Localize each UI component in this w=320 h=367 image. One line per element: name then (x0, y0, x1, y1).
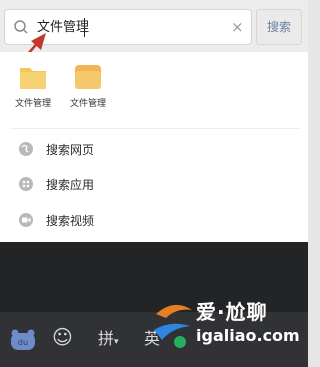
keyboard-logo-icon[interactable]: du (10, 329, 36, 351)
action-search-web[interactable]: 搜索网页 (18, 139, 218, 161)
watermark-logo-icon (154, 304, 192, 348)
search-button[interactable]: 搜索 (256, 9, 302, 45)
video-icon (19, 213, 33, 227)
action-label: 搜索网页 (46, 143, 95, 157)
dropdown-icon: ▾ (114, 337, 119, 347)
action-search-video[interactable]: 搜索视频 (18, 210, 218, 232)
svg-text:du: du (18, 338, 28, 347)
clear-icon[interactable]: × (231, 18, 244, 36)
folder-icon (75, 65, 101, 89)
app-result-file-manager-2[interactable]: 文件管理 (58, 62, 118, 109)
globe-icon (19, 142, 33, 156)
search-results-panel: 文件管理 文件管理 搜索网页 搜索应用 搜索视频 (0, 52, 308, 242)
pinyin-label: 拼 (98, 329, 115, 348)
watermark-title: 爱·尬聊 (196, 300, 268, 324)
watermark-url: igaliao.com (196, 326, 300, 345)
apps-icon (19, 177, 33, 191)
action-label: 搜索应用 (46, 178, 95, 192)
app-label: 文件管理 (69, 99, 106, 109)
app-result-file-manager-1[interactable]: 文件管理 (3, 62, 63, 109)
action-label: 搜索视频 (46, 214, 95, 228)
action-search-apps[interactable]: 搜索应用 (18, 174, 218, 196)
divider (10, 128, 300, 129)
pinyin-mode-button[interactable]: 拼▾ (98, 328, 119, 353)
emoji-icon[interactable]: ☺ (52, 326, 73, 348)
app-label: 文件管理 (14, 99, 51, 109)
folder-icon (20, 68, 46, 89)
text-caret (84, 18, 85, 37)
